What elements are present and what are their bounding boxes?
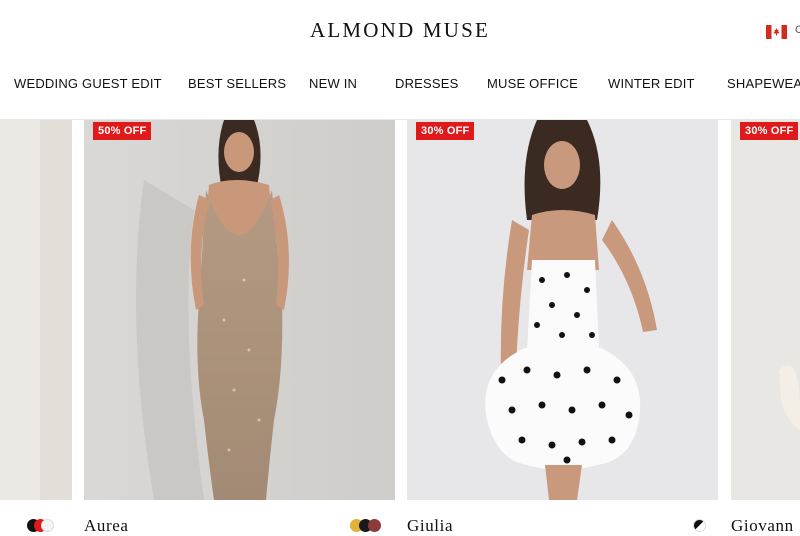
- product-card[interactable]: 30% OFF Giovann: [731, 120, 800, 536]
- site-header: ALMOND MUSE C: [0, 0, 800, 62]
- nav-item-winter-edit[interactable]: WINTER EDIT: [608, 76, 695, 91]
- discount-badge: 50% OFF: [93, 122, 152, 140]
- product-image[interactable]: 30% OFF: [731, 120, 800, 500]
- color-swatch-burgundy[interactable]: [368, 519, 381, 532]
- discount-badge: 30% OFF: [740, 122, 799, 140]
- canada-flag-icon[interactable]: [766, 25, 787, 39]
- nav-item-dresses[interactable]: DRESSES: [395, 76, 459, 91]
- product-name[interactable]: Giovann: [731, 516, 794, 536]
- discount-badge: 30% OFF: [416, 122, 475, 140]
- main-navigation: WEDDING GUEST EDIT BEST SELLERS NEW IN D…: [0, 74, 800, 96]
- color-swatches: [27, 519, 67, 533]
- product-image[interactable]: 50% OFF: [84, 120, 395, 500]
- product-card[interactable]: 50% OFF Aurea: [84, 120, 395, 536]
- color-swatches: [693, 519, 713, 533]
- product-card[interactable]: 30% OFF Giulia: [407, 120, 718, 536]
- product-image[interactable]: 30% OFF: [407, 120, 718, 500]
- color-swatches: [350, 519, 390, 533]
- nav-item-wedding-guest-edit[interactable]: WEDDING GUEST EDIT: [14, 76, 162, 91]
- product-image[interactable]: [0, 120, 72, 500]
- product-name[interactable]: Aurea: [84, 516, 129, 536]
- nav-item-best-sellers[interactable]: BEST SELLERS: [188, 76, 286, 91]
- country-selector[interactable]: C: [795, 24, 800, 36]
- nav-item-shapewear[interactable]: SHAPEWEAR: [727, 76, 800, 91]
- nav-item-new-in[interactable]: NEW IN: [309, 76, 357, 91]
- brand-logo[interactable]: ALMOND MUSE: [0, 18, 800, 43]
- color-swatch-black-white[interactable]: [693, 519, 706, 532]
- nav-item-muse-office[interactable]: MUSE OFFICE: [487, 76, 578, 91]
- color-swatch-white[interactable]: [41, 519, 54, 532]
- product-card[interactable]: [0, 120, 72, 533]
- product-name[interactable]: Giulia: [407, 516, 453, 536]
